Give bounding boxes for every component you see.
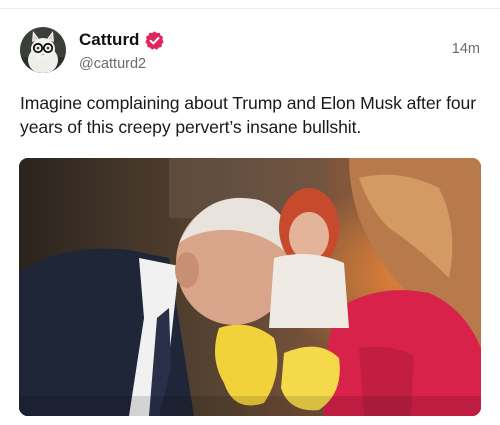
photo-icon (19, 158, 481, 416)
author-handle[interactable]: @catturd2 (79, 56, 165, 72)
divider (0, 8, 500, 9)
post-header: Catturd @catturd2 14m (20, 27, 480, 77)
author-identity: Catturd @catturd2 (79, 27, 165, 72)
post-body-text: Imagine complaining about Trump and Elon… (20, 93, 476, 137)
cat-avatar-icon (20, 27, 66, 73)
verified-badge-icon (144, 30, 165, 51)
post-timestamp[interactable]: 14m (452, 41, 480, 57)
author-avatar[interactable] (20, 27, 66, 73)
name-row: Catturd (79, 27, 165, 53)
post-card: Catturd @catturd2 14m Imagine complainin… (0, 0, 500, 425)
post-media-image[interactable] (19, 158, 481, 416)
author-display-name[interactable]: Catturd (79, 30, 139, 50)
